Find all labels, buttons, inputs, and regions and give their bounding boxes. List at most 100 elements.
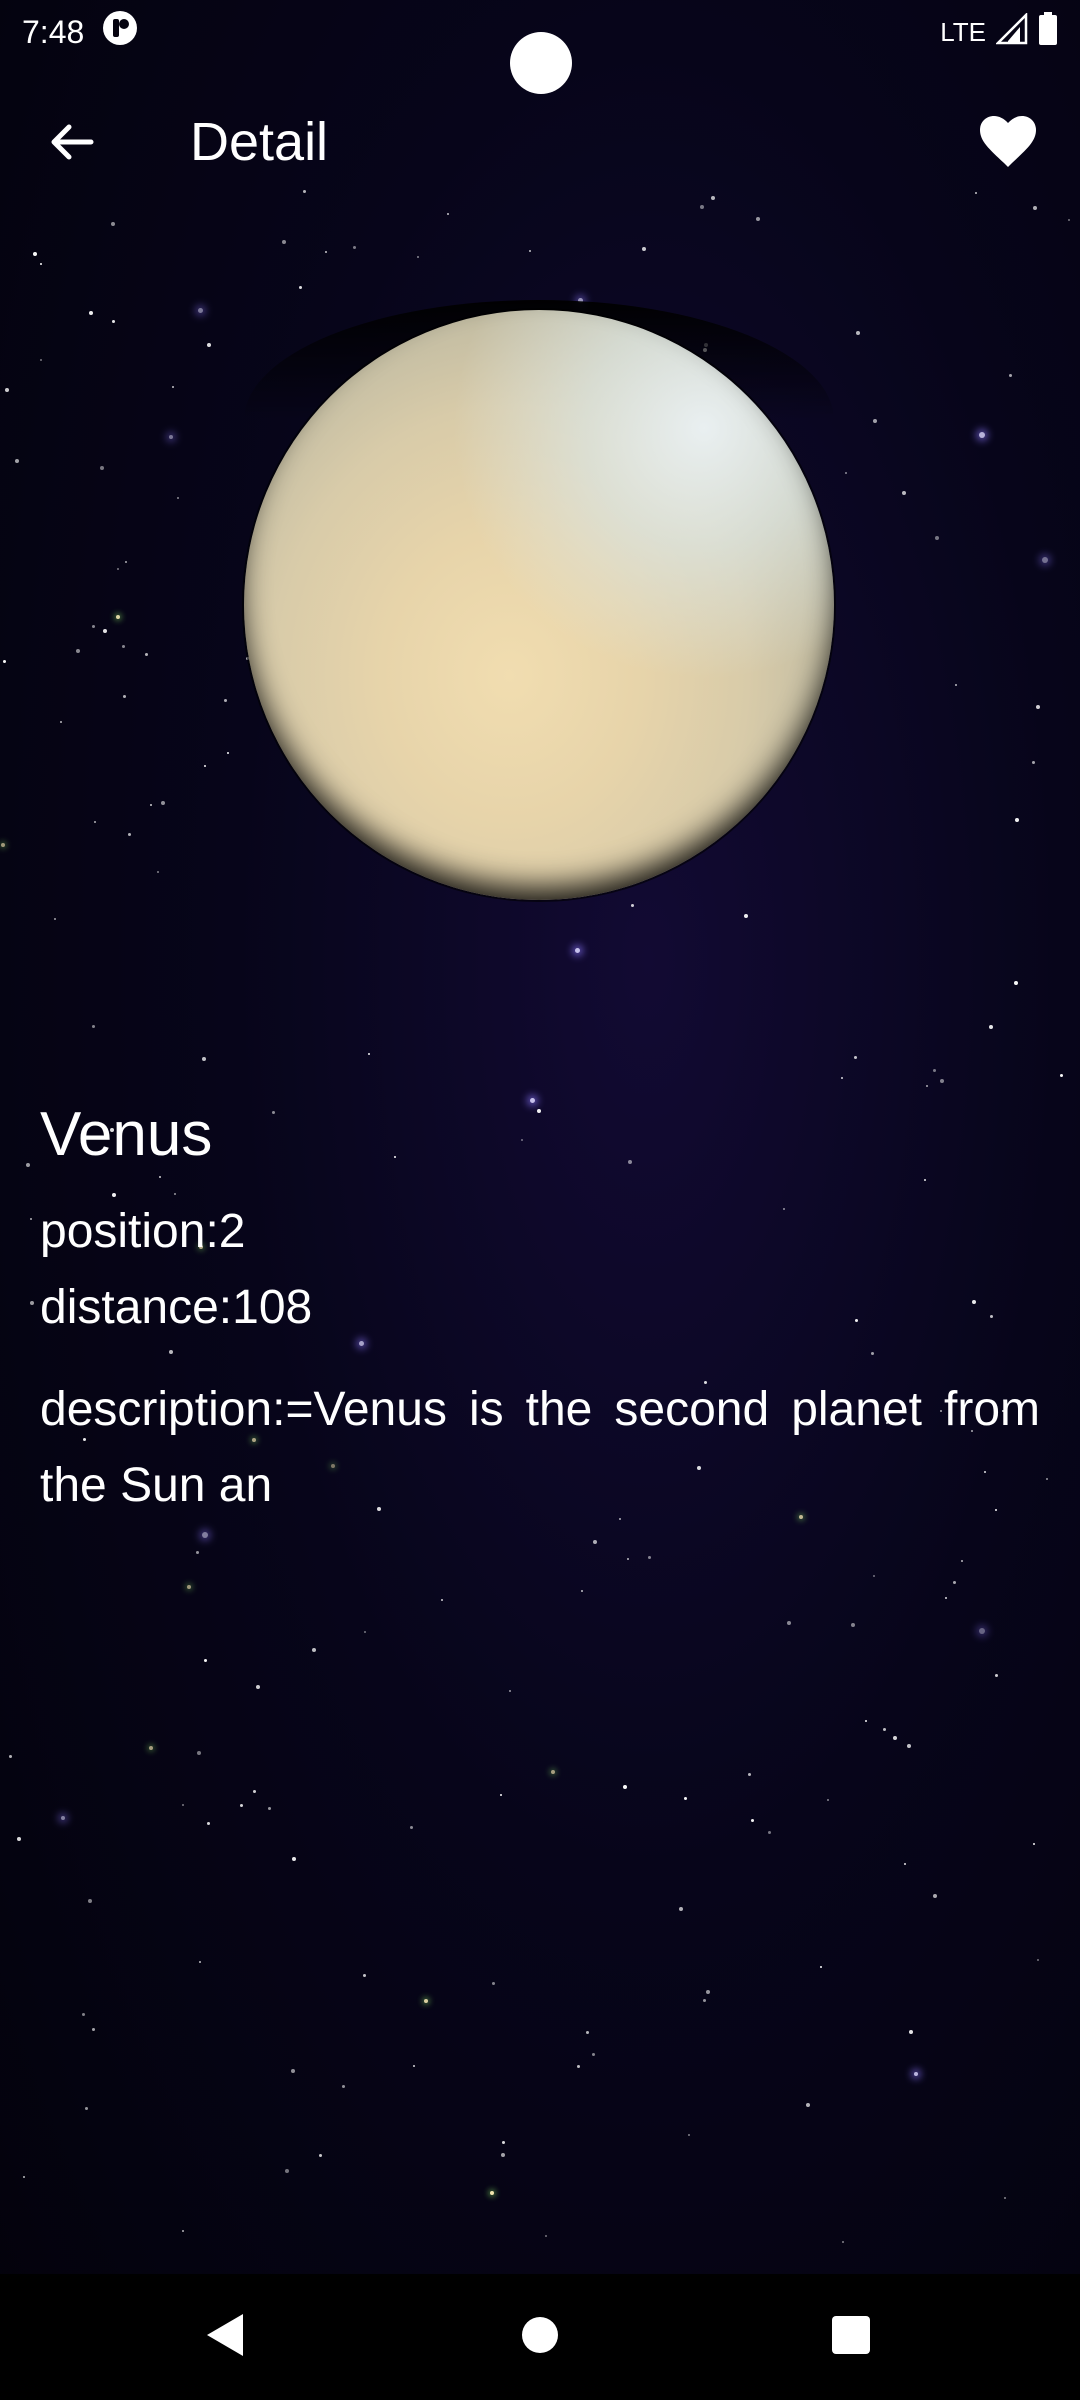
star: [575, 948, 580, 953]
nav-back-button[interactable]: [190, 2302, 260, 2372]
network-type: LTE: [940, 16, 986, 47]
star: [893, 1736, 897, 1740]
star: [945, 1597, 947, 1599]
star: [417, 256, 419, 258]
star: [227, 752, 229, 754]
planet-info: Venus position:2 distance:108 descriptio…: [40, 1090, 1040, 1524]
star: [979, 432, 985, 438]
star: [1033, 1843, 1035, 1845]
star: [842, 2241, 844, 2243]
star: [240, 1804, 243, 1807]
star: [5, 388, 9, 392]
page-title: Detail: [190, 112, 329, 172]
star: [768, 1831, 771, 1834]
star: [207, 1822, 210, 1825]
planet-image: [244, 310, 834, 900]
star: [30, 1218, 32, 1220]
star: [33, 252, 37, 256]
nav-home-button[interactable]: [505, 2302, 575, 2372]
star: [703, 1999, 706, 2002]
star: [492, 1982, 495, 1985]
star: [856, 331, 860, 335]
nav-recents-button[interactable]: [816, 2302, 886, 2372]
status-left: 7:48: [22, 10, 138, 54]
star: [1004, 2197, 1006, 2199]
star: [149, 1746, 153, 1750]
star: [111, 222, 115, 226]
star: [23, 2176, 25, 2178]
star: [926, 1085, 928, 1087]
star: [342, 2085, 345, 2088]
star: [854, 1056, 857, 1059]
star: [1060, 1074, 1063, 1077]
camera-cutout: [510, 32, 572, 94]
star: [902, 491, 906, 495]
star: [447, 213, 449, 215]
star: [1009, 374, 1012, 377]
star: [806, 2103, 810, 2107]
star: [207, 343, 211, 347]
star: [253, 1790, 256, 1793]
star: [529, 250, 531, 252]
star: [490, 2191, 494, 2195]
star: [312, 1648, 316, 1652]
star: [15, 459, 19, 463]
star: [196, 1551, 199, 1554]
star: [961, 1560, 963, 1562]
app-notification-icon: [102, 10, 138, 54]
star: [291, 2069, 295, 2073]
star: [89, 311, 93, 315]
star: [54, 918, 56, 920]
star: [845, 472, 847, 474]
star: [128, 833, 131, 836]
star: [319, 2154, 322, 2157]
star: [325, 251, 327, 253]
star: [873, 1575, 875, 1577]
star: [940, 1079, 944, 1083]
star: [648, 1556, 651, 1559]
star: [292, 1857, 296, 1861]
back-button[interactable]: [34, 106, 110, 182]
star: [224, 699, 227, 702]
star: [187, 1585, 191, 1589]
star: [623, 1785, 627, 1789]
star: [94, 821, 96, 823]
star: [441, 1599, 443, 1601]
star: [282, 240, 286, 244]
star: [756, 217, 760, 221]
navigation-bar: [0, 2274, 1080, 2400]
favorite-button[interactable]: [966, 102, 1050, 186]
star: [586, 2031, 589, 2034]
star: [827, 1799, 829, 1801]
star: [92, 1025, 95, 1028]
star: [873, 419, 877, 423]
star: [1037, 1959, 1039, 1961]
star: [410, 1826, 413, 1829]
star: [642, 247, 646, 251]
star: [88, 1899, 92, 1903]
status-right: LTE: [940, 11, 1058, 53]
star: [989, 1025, 993, 1029]
star: [76, 649, 80, 653]
star: [256, 1685, 260, 1689]
star: [551, 1770, 555, 1774]
star: [182, 1804, 184, 1806]
star: [953, 1581, 956, 1584]
star: [995, 1674, 998, 1677]
star: [904, 1863, 906, 1865]
star: [631, 904, 634, 907]
star: [502, 2141, 505, 2144]
star: [197, 1751, 201, 1755]
star: [851, 1623, 855, 1627]
star: [684, 1797, 687, 1800]
star: [268, 1807, 271, 1810]
star: [1015, 818, 1019, 822]
planet-description: description:=Venus is the second planet …: [40, 1383, 1040, 1512]
circle-home-icon: [520, 2315, 560, 2360]
star: [883, 1728, 886, 1731]
star: [204, 765, 206, 767]
star: [933, 1069, 936, 1072]
star: [199, 1961, 201, 1963]
star: [979, 1628, 985, 1634]
star: [3, 660, 6, 663]
